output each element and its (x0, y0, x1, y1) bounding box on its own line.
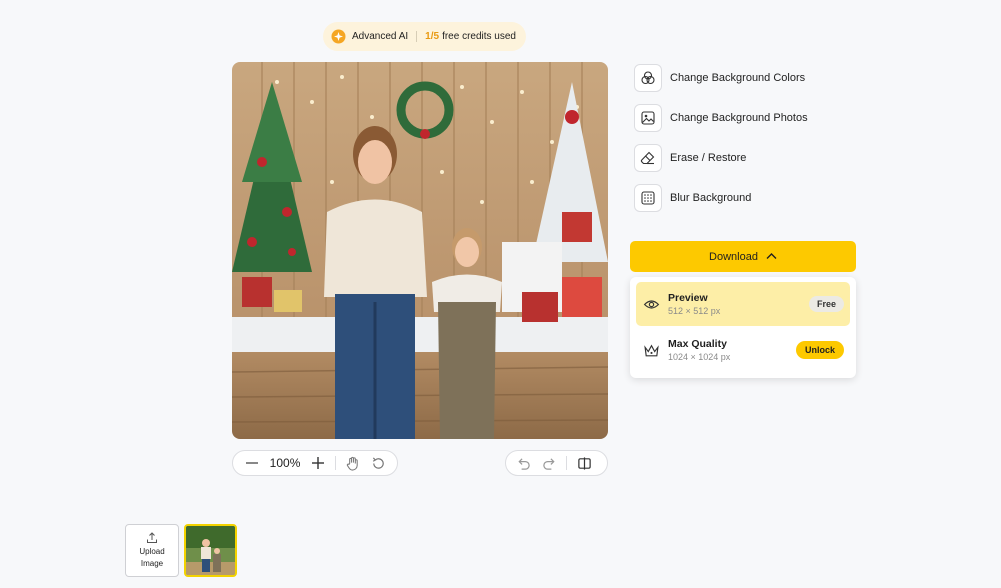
divider (566, 456, 567, 470)
image-icon (634, 104, 662, 132)
tool-change-background-photos[interactable]: Change Background Photos (634, 104, 874, 132)
zoom-toolbar: 100% (232, 450, 398, 476)
zoom-value: 100% (269, 456, 301, 470)
option-title: Preview (668, 292, 708, 304)
crown-icon (642, 341, 660, 359)
divider (416, 31, 418, 42)
download-button[interactable]: Download (630, 241, 856, 272)
divider (335, 456, 337, 470)
tools-panel: Change Background Colors Change Backgrou… (634, 64, 874, 224)
chevron-up-icon (766, 251, 777, 263)
credits-text: free credits used (442, 31, 516, 42)
tool-label: Erase / Restore (670, 152, 747, 164)
reset-icon[interactable] (370, 454, 388, 472)
option-subtitle: 1024 × 1024 px (668, 352, 731, 362)
image-thumbnail[interactable] (184, 524, 237, 577)
eraser-icon (634, 144, 662, 172)
option-subtitle: 512 × 512 px (668, 306, 721, 316)
tool-label: Blur Background (670, 192, 752, 204)
palette-circles-icon (634, 64, 662, 92)
zoom-out-icon[interactable] (243, 454, 261, 472)
credits-badge: Advanced AI 1/5 free credits used (323, 22, 526, 51)
download-menu: Preview 512 × 512 px Free Max Quality 10… (630, 277, 856, 378)
blur-grid-icon (634, 184, 662, 212)
advanced-ai-label: Advanced AI (352, 31, 409, 42)
tool-erase-restore[interactable]: Erase / Restore (634, 144, 874, 172)
upload-icon (147, 531, 157, 543)
option-title: Max Quality (668, 338, 727, 350)
image-canvas[interactable] (232, 62, 608, 439)
tool-blur-background[interactable]: Blur Background (634, 184, 874, 212)
unlock-button[interactable]: Unlock (795, 341, 844, 359)
redo-icon[interactable] (540, 454, 558, 472)
download-option-max-quality[interactable]: Max Quality 1024 × 1024 px Unlock (636, 328, 850, 372)
free-badge: Free (808, 296, 844, 312)
upload-image-button[interactable]: Upload Image (125, 524, 179, 577)
compare-icon[interactable] (575, 454, 593, 472)
upload-label-line1: Upload (139, 546, 165, 556)
sparkle-icon (331, 29, 346, 44)
hand-pan-icon[interactable] (344, 454, 362, 472)
tool-label: Change Background Photos (670, 112, 808, 124)
download-option-preview[interactable]: Preview 512 × 512 px Free (636, 282, 850, 326)
thumbnail-photo (186, 526, 235, 575)
tool-label: Change Background Colors (670, 72, 806, 84)
credits-count: 1/5 (425, 31, 440, 42)
undo-icon[interactable] (514, 454, 532, 472)
upload-label-line2: Image (140, 558, 164, 568)
download-label: Download (709, 250, 758, 263)
edited-photo (232, 62, 608, 439)
zoom-in-icon[interactable] (310, 454, 328, 472)
tool-change-background-colors[interactable]: Change Background Colors (634, 64, 874, 92)
eye-icon (642, 295, 660, 313)
history-toolbar (505, 450, 608, 476)
